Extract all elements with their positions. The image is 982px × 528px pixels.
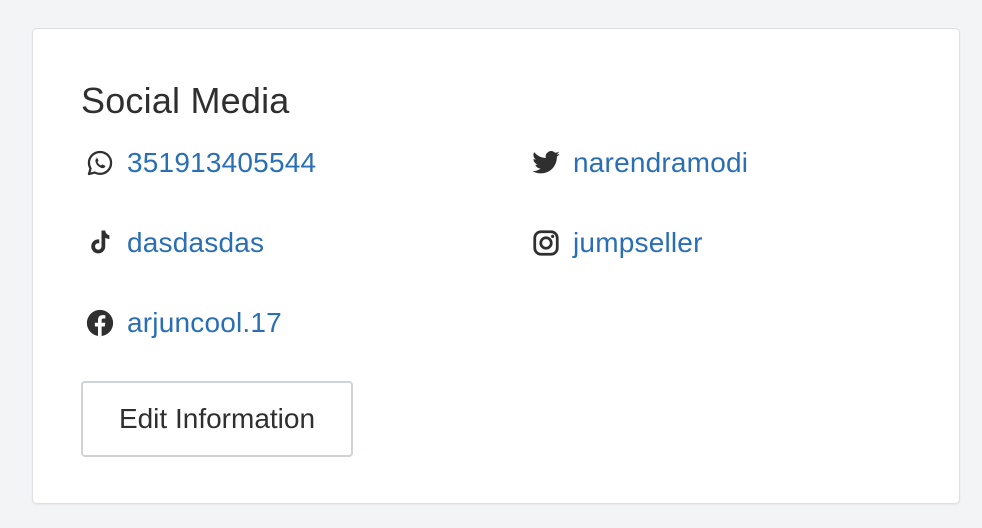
social-item-tiktok: dasdasdas xyxy=(83,223,264,263)
social-item-instagram: jumpseller xyxy=(529,223,703,263)
social-media-card: Social Media 351913405544 narendramodi d… xyxy=(32,28,960,504)
twitter-icon xyxy=(529,146,563,180)
social-item-twitter: narendramodi xyxy=(529,143,748,183)
whatsapp-link[interactable]: 351913405544 xyxy=(127,143,316,183)
twitter-link[interactable]: narendramodi xyxy=(573,143,748,183)
social-item-whatsapp: 351913405544 xyxy=(83,143,316,183)
social-item-facebook: arjuncool.17 xyxy=(83,303,282,343)
facebook-link[interactable]: arjuncool.17 xyxy=(127,303,282,343)
section-title: Social Media xyxy=(81,80,290,121)
edit-information-button[interactable]: Edit Information xyxy=(81,381,353,457)
facebook-icon xyxy=(83,306,117,340)
instagram-icon xyxy=(529,226,563,260)
whatsapp-icon xyxy=(83,146,117,180)
tiktok-link[interactable]: dasdasdas xyxy=(127,223,264,263)
tiktok-icon xyxy=(83,226,117,260)
instagram-link[interactable]: jumpseller xyxy=(573,223,703,263)
